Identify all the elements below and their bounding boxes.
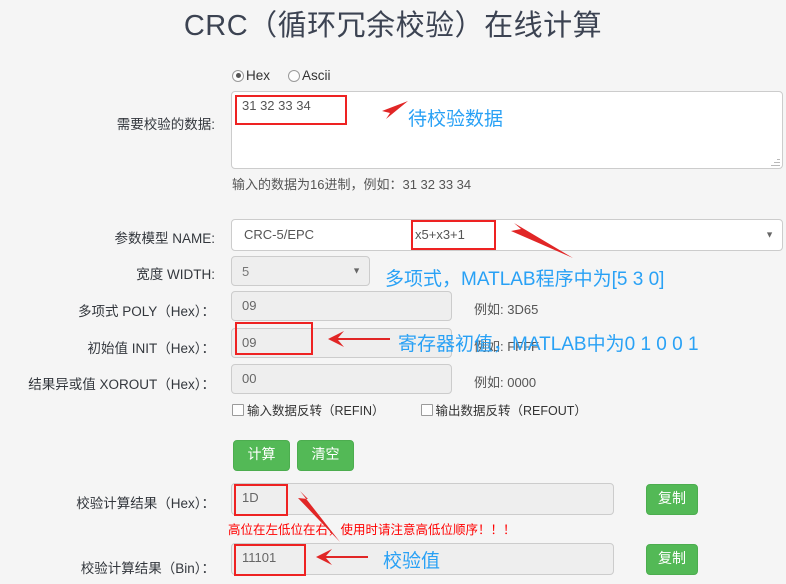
poly-input-value: 09 xyxy=(242,298,257,313)
model-select-poly-expr: x5+x3+1 xyxy=(415,227,465,242)
init-input-value: 09 xyxy=(242,335,257,350)
radio-ascii-icon[interactable] xyxy=(288,69,301,82)
radio-hex-icon[interactable] xyxy=(232,69,244,82)
result-hex-input[interactable]: 1D xyxy=(231,483,614,515)
clear-button[interactable]: 清空 xyxy=(297,440,354,471)
annotation-init-label: 寄存器初值，MATLAB中为0 1 0 0 1 xyxy=(398,334,699,355)
result-bin-label: 校验计算结果（Bin）： xyxy=(80,561,215,576)
chevron-down-icon[interactable]: ▼ xyxy=(765,230,774,240)
width-select[interactable]: 5 ▼ xyxy=(231,256,370,286)
xorout-label: 结果异或值 XOROUT（Hex）： xyxy=(28,377,215,392)
result-hex-value: 1D xyxy=(242,490,259,505)
checkbox-refin-icon[interactable] xyxy=(232,403,244,416)
result-bin-value: 11101 xyxy=(242,550,277,565)
poly-label: 多项式 POLY（Hex）： xyxy=(77,304,215,319)
input-mode-radio-group: Hex Ascii xyxy=(232,68,331,83)
chevron-down-icon-width[interactable]: ▼ xyxy=(352,266,361,276)
xorout-input-value: 00 xyxy=(242,371,257,386)
calculate-button[interactable]: 计算 xyxy=(233,440,290,471)
width-select-value: 5 xyxy=(242,264,250,279)
checkbox-refout-icon[interactable] xyxy=(420,403,433,416)
checkbox-refin-label: 输入数据反转（REFIN） xyxy=(247,404,385,418)
annotation-data-label: 待校验数据 xyxy=(408,109,504,130)
data-input-textarea[interactable]: 31 32 33 34 xyxy=(231,91,783,169)
result-hex-label: 校验计算结果（Hex）： xyxy=(76,496,215,511)
xorout-input[interactable]: 00 xyxy=(231,364,452,394)
xorout-hint: 例如: 0000 xyxy=(474,375,537,390)
checkbox-refout[interactable]: 输出数据反转（REFOUT） xyxy=(420,400,587,419)
radio-ascii[interactable]: Ascii xyxy=(288,68,331,83)
checkbox-refout-label: 输出数据反转（REFOUT） xyxy=(435,404,587,418)
poly-input[interactable]: 09 xyxy=(231,291,452,321)
model-select-name: CRC-5/EPC xyxy=(244,227,315,242)
annotation-width-poly: 多项式，MATLAB程序中为[5 3 0] xyxy=(385,269,665,290)
resize-grip-icon[interactable] xyxy=(771,157,780,166)
data-field-label: 需要校验的数据: xyxy=(116,117,215,132)
radio-hex-label: Hex xyxy=(246,68,271,83)
model-label: 参数模型 NAME: xyxy=(114,231,215,246)
result-order-warning: 高位在左低位在右，使用时请注意高低位顺序！！！ xyxy=(228,523,516,537)
checkbox-refin[interactable]: 输入数据反转（REFIN） xyxy=(232,400,385,419)
radio-hex[interactable]: Hex xyxy=(232,68,270,83)
reflect-options: 输入数据反转（REFIN） 输出数据反转（REFOUT） xyxy=(232,400,587,419)
poly-hint: 例如: 3D65 xyxy=(474,302,539,317)
page-title: CRC（循环冗余校验）在线计算 xyxy=(183,10,603,42)
annotation-result-bin-label: 校验值 xyxy=(383,551,441,572)
radio-ascii-label: Ascii xyxy=(302,68,331,83)
data-field-hint: 输入的数据为16进制，例如：31 32 33 34 xyxy=(232,177,472,192)
crc-calculator-page: CRC（循环冗余校验）在线计算 Hex Ascii 需要校验的数据: 31 32… xyxy=(0,0,786,584)
width-label: 宽度 WIDTH: xyxy=(136,267,215,282)
copy-hex-button[interactable]: 复制 xyxy=(646,484,698,515)
data-input-value: 31 32 33 34 xyxy=(242,98,311,113)
init-label: 初始值 INIT（Hex）： xyxy=(87,341,215,356)
model-select[interactable]: CRC-5/EPC x5+x3+1 ▼ xyxy=(231,219,783,251)
copy-bin-button[interactable]: 复制 xyxy=(646,544,698,575)
